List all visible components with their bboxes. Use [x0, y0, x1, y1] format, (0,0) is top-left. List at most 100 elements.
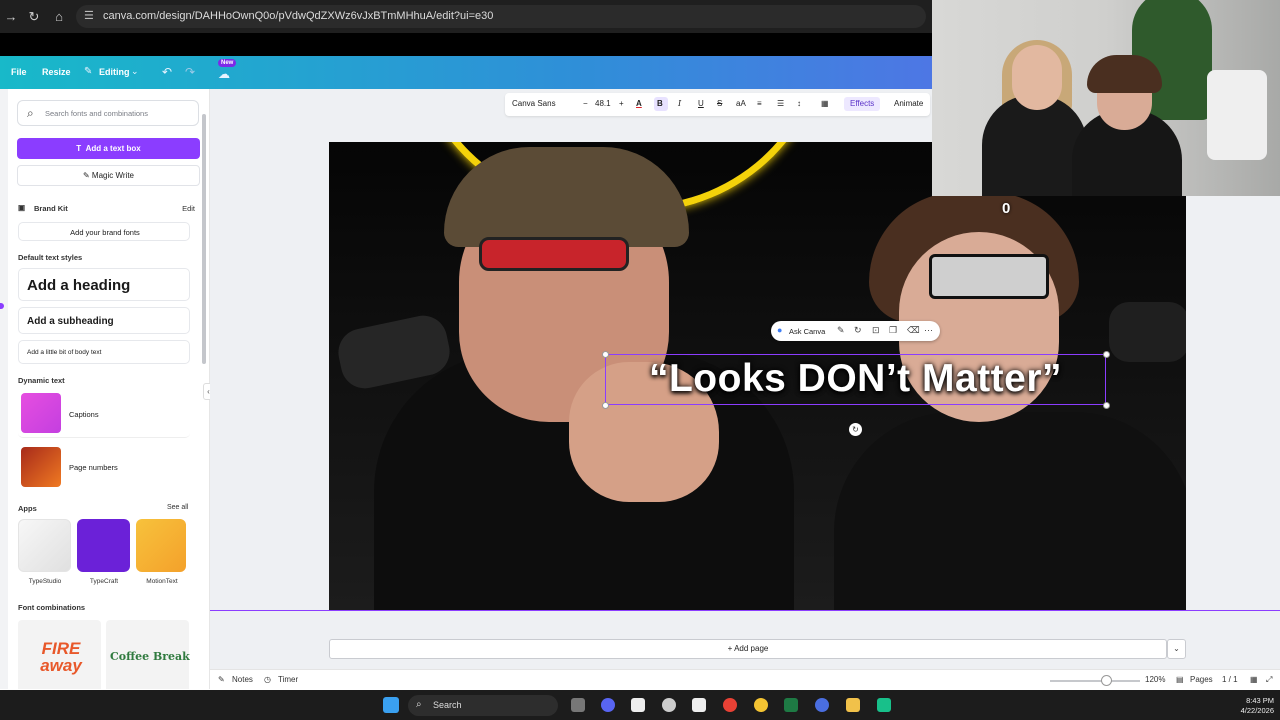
- lock-icon[interactable]: ⊡: [872, 325, 880, 336]
- typestudio-app-icon[interactable]: [18, 519, 71, 572]
- italic-icon[interactable]: I: [678, 99, 681, 108]
- rotate-icon[interactable]: ↻: [854, 325, 862, 336]
- panel-scrollbar[interactable]: [202, 114, 206, 364]
- font-family-select[interactable]: Canva Sans: [512, 99, 556, 108]
- magic-edit-icon[interactable]: ✎: [837, 325, 845, 336]
- taskbar: ⌕ Search: [0, 690, 1280, 720]
- caption-text[interactable]: “Looks DON’t Matter”: [605, 357, 1106, 401]
- right-person-sunglasses: [929, 254, 1049, 299]
- capcut-icon[interactable]: [631, 698, 645, 712]
- strikethrough-icon[interactable]: S: [717, 99, 722, 108]
- zoom-level[interactable]: 120%: [1145, 675, 1165, 684]
- pages-button[interactable]: Pages: [1190, 675, 1213, 684]
- right-person-body: [834, 412, 1186, 610]
- fullscreen-icon[interactable]: ⤢: [1266, 675, 1272, 685]
- left-person-cap: [444, 147, 689, 247]
- add-body-text-button[interactable]: Add a little bit of body text: [18, 340, 190, 364]
- search-icon: ⌕: [27, 106, 34, 120]
- captions-item[interactable]: Captions: [18, 389, 190, 438]
- editor-footer: ✎ Notes ◷ Timer 120% ▤ Pages 1 / 1 ▦ ⤢: [210, 669, 1280, 690]
- site-settings-icon[interactable]: ☰: [84, 10, 97, 23]
- font-combo-fire-away[interactable]: FIRE away: [18, 620, 101, 689]
- font-search-input[interactable]: ⌕ Search fonts and combinations: [17, 100, 199, 126]
- overlay-counter: 0: [1002, 200, 1011, 217]
- app-icon[interactable]: [815, 698, 829, 712]
- undo-icon[interactable]: ↶: [162, 65, 172, 79]
- apps-see-all-link[interactable]: See all: [167, 504, 188, 511]
- chrome-active-icon[interactable]: [754, 698, 768, 712]
- font-combo-2-label: Coffee Break: [110, 650, 190, 663]
- font-size-input[interactable]: 48.1: [595, 99, 611, 108]
- motiontext-app-icon[interactable]: [136, 519, 186, 572]
- magic-write-button[interactable]: ✎ Magic Write: [17, 165, 200, 186]
- chevron-down-icon[interactable]: ⌄: [1167, 639, 1186, 659]
- resize-handle-bl[interactable]: [602, 402, 609, 409]
- store-app-icon[interactable]: [877, 698, 891, 712]
- typecraft-app-icon[interactable]: [77, 519, 130, 572]
- font-size-decrease[interactable]: −: [583, 99, 588, 108]
- right-microphone: [1109, 302, 1186, 362]
- chatgpt-icon[interactable]: [662, 698, 676, 712]
- webcam-person-1-head: [1012, 45, 1062, 110]
- file-explorer-icon[interactable]: [846, 698, 860, 712]
- font-size-increase[interactable]: +: [619, 99, 624, 108]
- capcut-2-icon[interactable]: [692, 698, 706, 712]
- text-panel: ⌕ Search fonts and combinations T Add a …: [8, 89, 210, 689]
- bold-icon[interactable]: B: [657, 99, 663, 108]
- add-heading-label: Add a heading: [27, 277, 131, 294]
- page-count: 1 / 1: [1222, 675, 1238, 684]
- chevron-down-icon: ⌄: [131, 66, 139, 76]
- timer-button[interactable]: Timer: [278, 675, 298, 684]
- rotate-handle-icon[interactable]: ↻: [849, 423, 862, 436]
- delete-icon[interactable]: ⌫: [907, 325, 920, 336]
- brand-kit-edit-link[interactable]: Edit: [182, 204, 195, 213]
- text-color-icon[interactable]: A: [636, 99, 642, 108]
- address-bar[interactable]: ☰ canva.com/design/DAHHoOwnQ0o/pVdwQdZXW…: [76, 5, 926, 28]
- more-options-icon[interactable]: ⋯: [924, 325, 933, 336]
- discord-icon[interactable]: [601, 698, 615, 712]
- font-combo-coffee-break[interactable]: Coffee Break: [106, 620, 190, 689]
- add-subheading-button[interactable]: Add a subheading: [18, 307, 190, 334]
- resize-handle-br[interactable]: [1103, 402, 1110, 409]
- reload-icon[interactable]: ↻: [25, 8, 43, 26]
- chrome-icon[interactable]: [723, 698, 737, 712]
- webcam-person-2-hair: [1087, 55, 1162, 93]
- home-icon[interactable]: ⌂: [50, 8, 68, 26]
- element-context-menu: ● Ask Canva ✎ ↻ ⊡ ❐ ⌫ ⋯: [771, 321, 940, 341]
- grid-view-icon[interactable]: ▦: [1250, 675, 1258, 684]
- transparency-icon[interactable]: ▦: [821, 99, 829, 108]
- duplicate-icon[interactable]: ❐: [889, 325, 897, 336]
- page-numbers-item[interactable]: Page numbers: [18, 443, 190, 492]
- add-heading-button[interactable]: Add a heading: [18, 268, 190, 301]
- cloud-save-icon[interactable]: ☁: [218, 67, 230, 81]
- underline-icon[interactable]: U: [698, 99, 704, 108]
- align-center-icon[interactable]: ≡: [757, 99, 762, 108]
- add-body-label: Add a little bit of body text: [27, 349, 102, 356]
- effects-button[interactable]: Effects: [850, 99, 874, 108]
- redo-icon[interactable]: ↷: [185, 65, 195, 79]
- excel-icon[interactable]: [784, 698, 798, 712]
- page-numbers-thumbnail: [21, 447, 61, 487]
- windows-start-icon[interactable]: [383, 697, 399, 713]
- file-menu[interactable]: File: [11, 67, 27, 77]
- spacing-icon[interactable]: ↕: [797, 99, 801, 108]
- forward-icon[interactable]: →: [2, 8, 20, 26]
- zoom-slider[interactable]: [1050, 680, 1140, 682]
- add-text-box-button[interactable]: T Add a text box: [17, 138, 200, 159]
- letter-case-icon[interactable]: aA: [736, 99, 746, 108]
- add-page-button[interactable]: + Add page: [329, 639, 1167, 659]
- taskbar-search[interactable]: ⌕ Search: [408, 695, 558, 716]
- task-view-icon[interactable]: [571, 698, 585, 712]
- app-label-motiontext: MotionText: [146, 578, 178, 585]
- system-clock: 8:43 PM 4/22/2026: [1232, 696, 1274, 716]
- notes-button[interactable]: Notes: [232, 675, 253, 684]
- zoom-slider-knob[interactable]: [1101, 675, 1112, 686]
- editing-dropdown[interactable]: Editing: [99, 67, 130, 77]
- captions-label: Captions: [69, 410, 99, 419]
- animate-button[interactable]: Animate: [894, 99, 923, 108]
- add-subheading-label: Add a subheading: [27, 316, 114, 327]
- resize-button[interactable]: Resize: [42, 67, 71, 77]
- add-brand-fonts-button[interactable]: Add your brand fonts: [18, 222, 190, 241]
- ask-canva-button[interactable]: Ask Canva: [789, 327, 825, 336]
- list-icon[interactable]: ☰: [777, 99, 784, 108]
